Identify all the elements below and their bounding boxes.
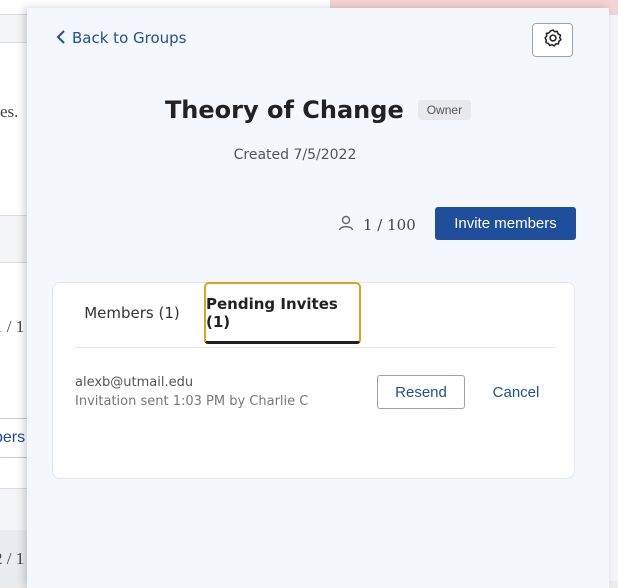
pending-invite-row: alexb@utmail.edu Invitation sent 1:03 PM… [75,375,556,415]
invite-members-button[interactable]: Invite members [435,207,576,240]
invite-email: alexb@utmail.edu [75,375,194,390]
background-count: 2 / 1 [0,549,25,568]
background-count: 1 / 1 [0,317,25,336]
user-icon [337,214,355,236]
member-count: 1 / 100 [337,214,416,236]
title-row: Theory of Change Owner [27,96,609,124]
chevron-left-icon [56,29,66,47]
gear-icon [543,28,563,53]
created-date: Created 7/5/2022 [27,147,609,163]
tab-pending-invites[interactable]: Pending Invites (1) [204,282,361,344]
role-badge: Owner [417,100,472,120]
resend-button[interactable]: Resend [377,375,465,409]
back-link-label: Back to Groups [72,29,187,47]
back-to-groups-link[interactable]: Back to Groups [56,29,187,47]
background-text: es. [0,102,19,121]
settings-button[interactable] [532,23,573,57]
tab-members[interactable]: Members (1) [77,283,187,343]
invite-meta: Invitation sent 1:03 PM by Charlie C [75,394,309,409]
member-count-value: 1 / 100 [363,216,416,234]
tab-divider [75,347,556,348]
members-card: Members (1) Pending Invites (1) alexb@ut… [52,282,575,479]
group-drawer: Back to Groups Theory of Change Owner Cr… [27,8,609,588]
page-title: Theory of Change [164,96,404,124]
created-date-label: Created 7/5/2022 [233,147,357,163]
background-card [0,42,30,216]
cancel-invite-button[interactable]: Cancel [483,375,549,409]
